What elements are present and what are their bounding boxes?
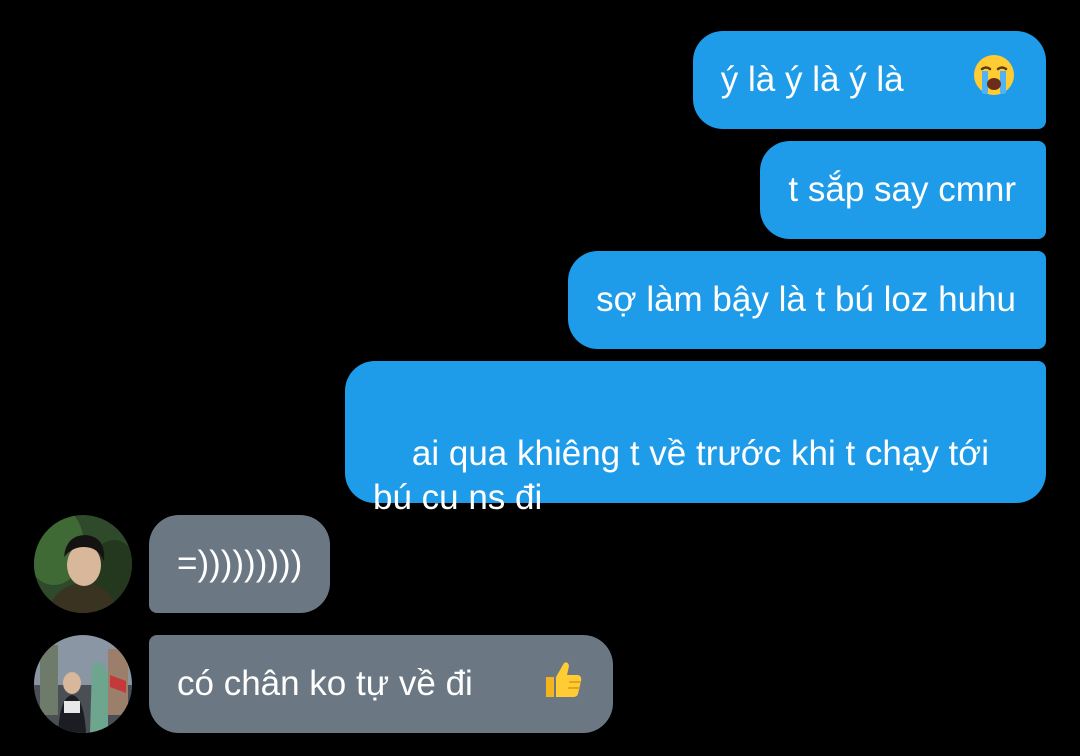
sender-avatar[interactable] bbox=[34, 515, 132, 613]
message-text: t sắp say cmnr bbox=[788, 170, 1016, 209]
incoming-message-bubble[interactable]: có chân ko tự về đi bbox=[149, 635, 614, 733]
loudly-crying-face-icon bbox=[914, 9, 1016, 152]
message-text: có chân ko tự về đi bbox=[177, 664, 473, 703]
outgoing-message-bubble[interactable]: sợ làm bậy là t bú loz huhu bbox=[568, 251, 1046, 349]
chat-thread: ý là ý là ý là t sắp say cmnr sợ làm bậy… bbox=[0, 0, 1080, 752]
sender-avatar[interactable] bbox=[34, 635, 132, 733]
incoming-message-bubble[interactable]: =))))))))) bbox=[149, 515, 331, 613]
outgoing-message-bubble[interactable]: ý là ý là ý là bbox=[692, 31, 1046, 129]
outgoing-message-bubble[interactable]: ai qua khiêng t về trước khi t chạy tới … bbox=[345, 361, 1046, 517]
message-text: sợ làm bậy là t bú loz huhu bbox=[596, 280, 1016, 319]
message-text: ý là ý là ý là bbox=[720, 60, 904, 99]
message-text: ai qua khiêng t về trước khi t chạy tới … bbox=[373, 434, 989, 517]
thumbs-up-icon bbox=[483, 613, 585, 756]
outgoing-message-bubble[interactable]: t sắp say cmnr bbox=[760, 141, 1046, 239]
message-text: =))))))))) bbox=[177, 544, 303, 583]
